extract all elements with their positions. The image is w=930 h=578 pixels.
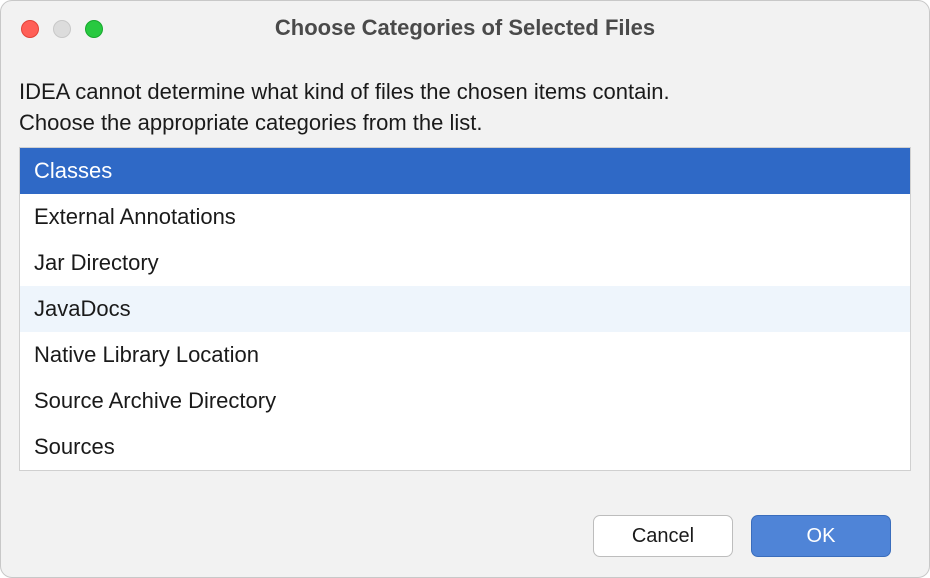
dialog-content: IDEA cannot determine what kind of files… xyxy=(1,55,929,577)
dialog-description: IDEA cannot determine what kind of files… xyxy=(19,77,911,139)
list-item[interactable]: Sources xyxy=(20,424,910,470)
maximize-window-button[interactable] xyxy=(85,20,103,38)
traffic-lights xyxy=(21,20,103,38)
minimize-window-button[interactable] xyxy=(53,20,71,38)
ok-button[interactable]: OK xyxy=(751,515,891,557)
list-item[interactable]: Source Archive Directory xyxy=(20,378,910,424)
dialog-window: Choose Categories of Selected Files IDEA… xyxy=(0,0,930,578)
list-item[interactable]: Classes xyxy=(20,148,910,194)
description-line-1: IDEA cannot determine what kind of files… xyxy=(19,79,670,104)
button-row: Cancel OK xyxy=(19,495,911,577)
list-item[interactable]: Native Library Location xyxy=(20,332,910,378)
list-item[interactable]: External Annotations xyxy=(20,194,910,240)
list-item[interactable]: JavaDocs xyxy=(20,286,910,332)
cancel-button[interactable]: Cancel xyxy=(593,515,733,557)
titlebar: Choose Categories of Selected Files xyxy=(1,1,929,55)
window-title: Choose Categories of Selected Files xyxy=(19,15,911,41)
description-line-2: Choose the appropriate categories from t… xyxy=(19,110,482,135)
category-list[interactable]: ClassesExternal AnnotationsJar Directory… xyxy=(19,147,911,471)
list-item[interactable]: Jar Directory xyxy=(20,240,910,286)
close-window-button[interactable] xyxy=(21,20,39,38)
